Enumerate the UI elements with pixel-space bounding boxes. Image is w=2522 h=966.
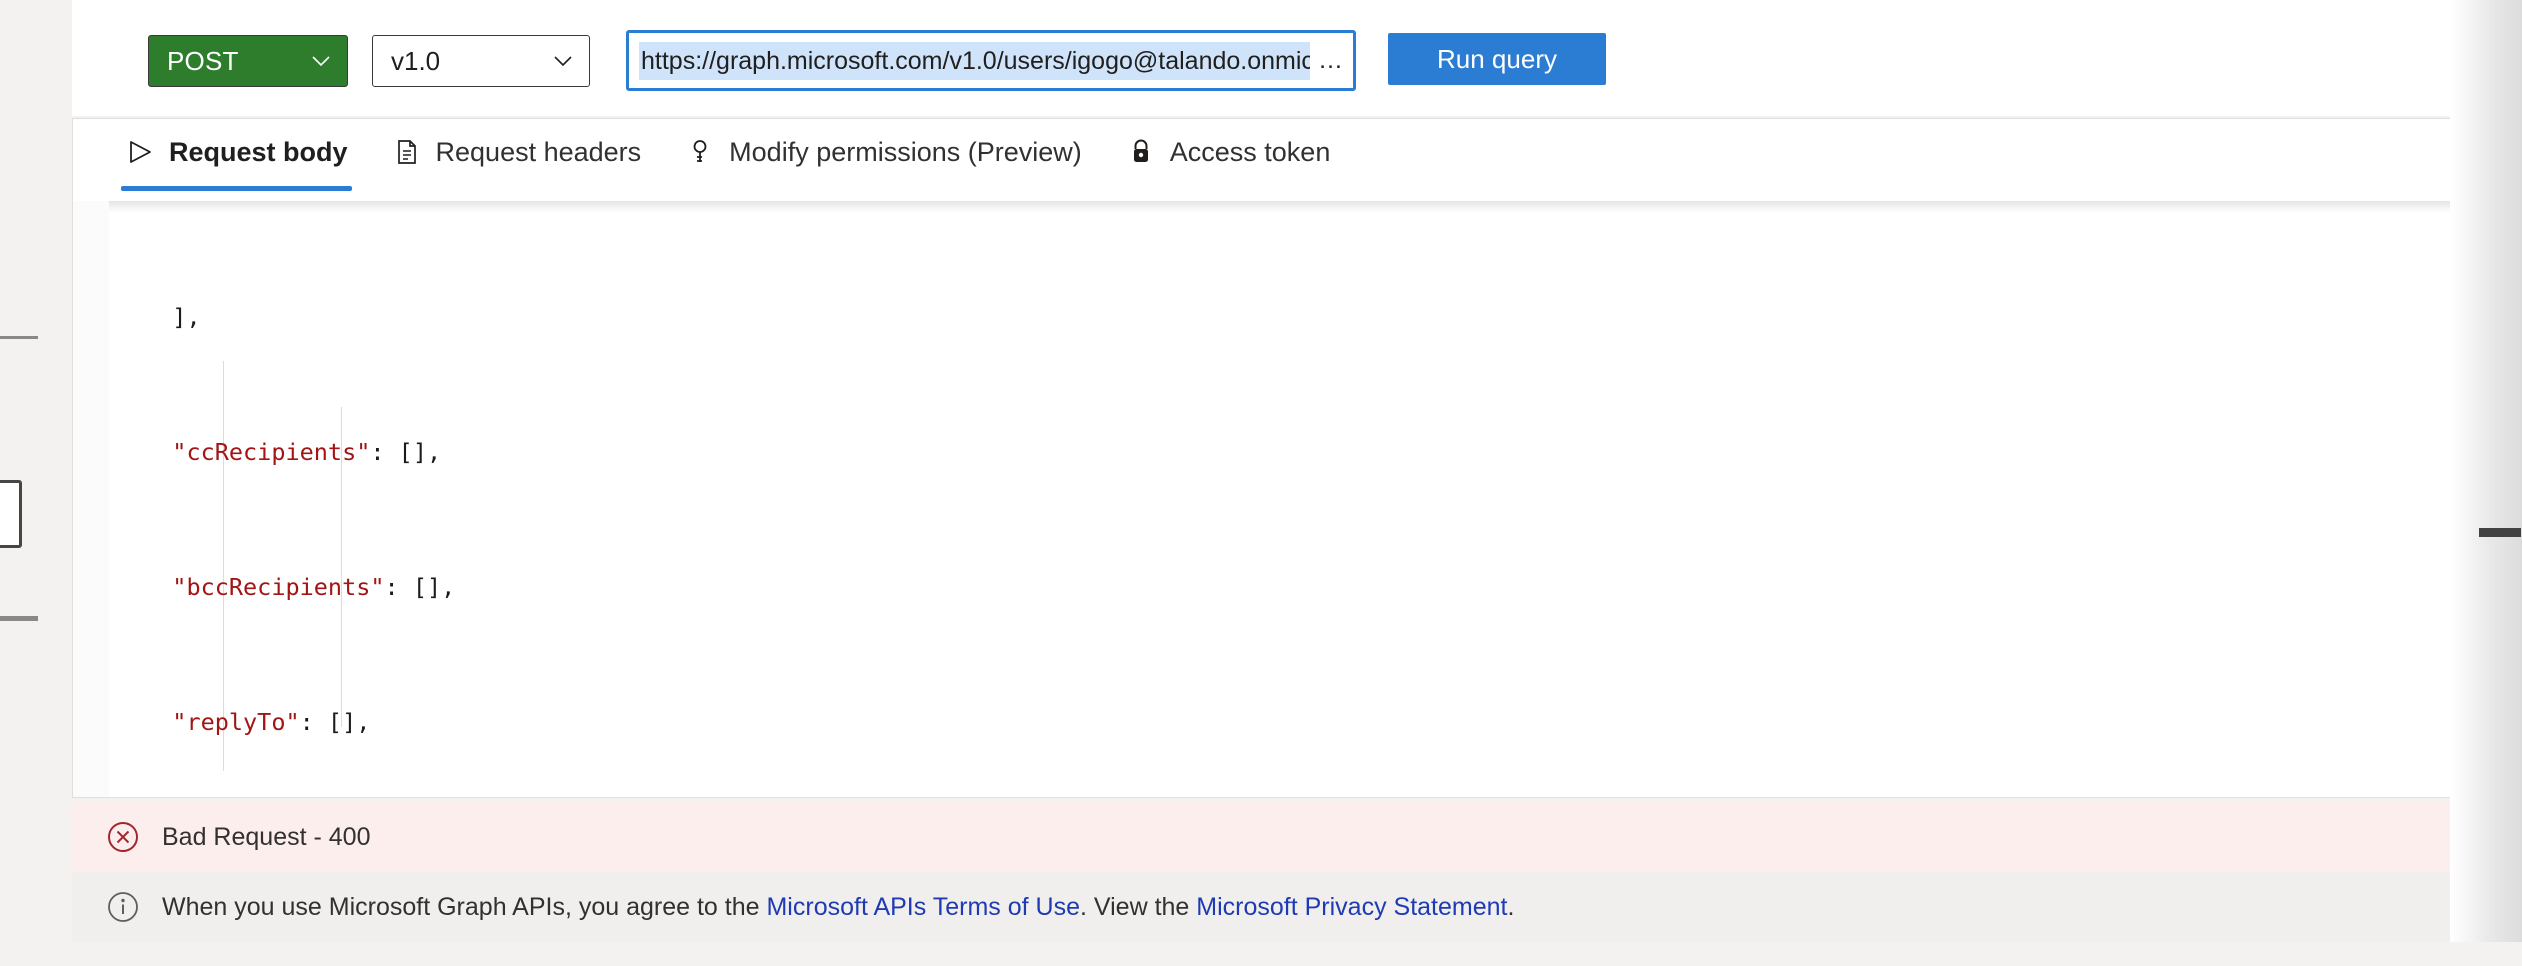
json-key: "replyTo" <box>172 708 300 736</box>
request-url-input[interactable]: https://graph.microsoft.com/v1.0/users/i… <box>626 30 1356 91</box>
tab-request-body-label: Request body <box>169 136 348 167</box>
chevron-down-icon <box>553 51 573 71</box>
graph-explorer-page: POST v1.0 https://graph.microsoft.com/v1… <box>0 0 2522 966</box>
request-url-truncation: … <box>1318 46 1343 74</box>
tab-request-headers-label: Request headers <box>435 136 642 167</box>
http-method-label: POST <box>167 45 239 76</box>
privacy-statement-link[interactable]: Microsoft Privacy Statement <box>1196 893 1507 921</box>
info-notification-text: When you use Microsoft Graph APIs, you a… <box>162 893 1514 922</box>
tab-request-headers[interactable]: Request headers <box>370 119 664 185</box>
editor-code: ], "ccRecipients": [], "bccRecipients": … <box>109 201 2521 797</box>
tab-active-indicator <box>121 186 352 191</box>
key-icon <box>685 137 715 167</box>
info-text-1: When you use Microsoft Graph APIs, you a… <box>162 892 767 921</box>
send-triangle-icon <box>125 137 155 167</box>
query-toolbar: POST v1.0 https://graph.microsoft.com/v1… <box>72 0 2522 116</box>
info-circle-icon <box>106 890 140 924</box>
sidebar-partial-box <box>0 480 22 548</box>
error-notification: Bad Request - 400 <box>72 802 2522 872</box>
tab-modify-permissions-label: Modify permissions (Preview) <box>729 136 1082 167</box>
document-list-icon <box>392 137 422 167</box>
info-notification: When you use Microsoft Graph APIs, you a… <box>72 872 2522 942</box>
request-body-editor[interactable]: ], "ccRecipients": [], "bccRecipients": … <box>73 201 2521 797</box>
editor-gutter <box>73 201 109 797</box>
api-version-label: v1.0 <box>391 45 441 76</box>
left-gutter <box>0 0 72 966</box>
run-query-button[interactable]: Run query <box>1388 33 1606 85</box>
code-line: ], <box>144 303 201 331</box>
page-right-edge <box>2450 0 2522 966</box>
info-text-2: . View the <box>1080 892 1197 921</box>
json-key: "ccRecipients" <box>172 438 371 466</box>
lock-icon <box>1126 137 1156 167</box>
tab-access-token-label: Access token <box>1169 136 1331 167</box>
error-notification-text: Bad Request - 400 <box>162 822 371 851</box>
tab-request-body[interactable]: Request body <box>103 119 370 191</box>
terms-of-use-link[interactable]: Microsoft APIs Terms of Use <box>766 893 1080 921</box>
code-line: "bccRecipients": [], <box>172 573 456 601</box>
editor-horizontal-scrollbar[interactable] <box>2479 528 2521 537</box>
api-version-dropdown[interactable]: v1.0 <box>372 35 590 87</box>
sidebar-divider-top <box>0 336 38 339</box>
request-url-value: https://graph.microsoft.com/v1.0/users/i… <box>639 41 1310 80</box>
tab-access-token[interactable]: Access token <box>1104 119 1353 185</box>
request-tabs: Request body Request headers Modify perm… <box>73 119 2521 201</box>
error-circle-icon <box>106 820 140 854</box>
code-line: "replyTo": [], <box>172 708 371 736</box>
chevron-down-icon <box>311 51 331 71</box>
tab-modify-permissions[interactable]: Modify permissions (Preview) <box>663 119 1104 185</box>
request-panel: Request body Request headers Modify perm… <box>72 118 2522 798</box>
sidebar-divider-bottom <box>0 616 38 621</box>
info-text-3: . <box>1507 892 1515 921</box>
code-line: "ccRecipients": [], <box>172 438 442 466</box>
json-key: "bccRecipients" <box>172 573 385 601</box>
http-method-dropdown[interactable]: POST <box>148 35 348 87</box>
page-bottom-strip <box>0 942 2522 966</box>
